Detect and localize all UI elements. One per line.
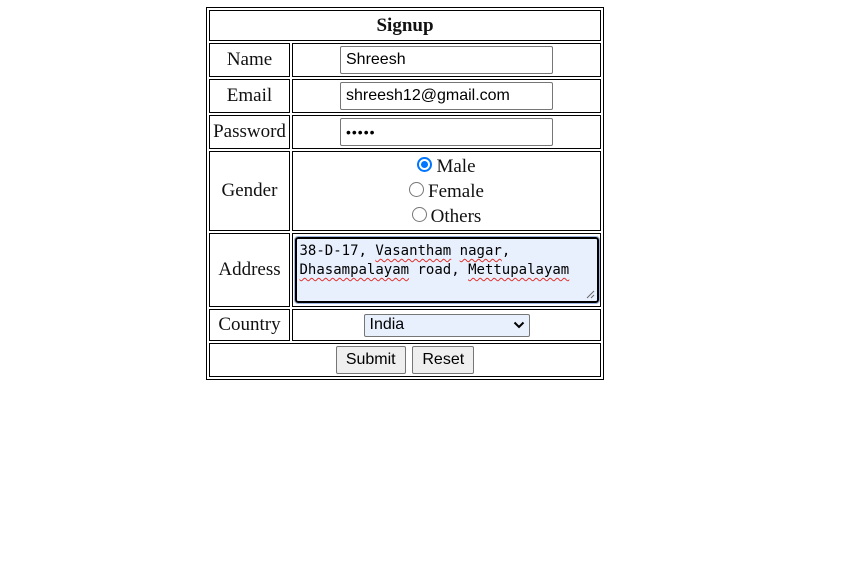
address-row: Address 38-D-17, Vasantham nagar, Dhasam… [209,233,601,307]
name-row: Name [209,43,601,77]
male-label: Male [436,155,476,177]
name-label: Name [209,43,290,77]
form-title: Signup [209,10,601,41]
country-selected-value: India [369,316,405,334]
email-input[interactable] [340,82,553,110]
name-cell [292,43,601,77]
address-label: Address [209,233,290,307]
country-label: Country [209,309,290,341]
password-input[interactable] [340,118,553,146]
female-label: Female [428,180,484,202]
password-cell [292,115,601,149]
address-text-part: road, [409,262,469,278]
password-row: Password [209,115,601,149]
email-cell [292,79,601,113]
name-input[interactable] [340,46,553,74]
email-row: Email [209,79,601,113]
gender-option-others[interactable]: Others [294,204,599,229]
others-radio[interactable] [411,206,427,222]
country-select[interactable]: India [363,313,530,337]
address-cell: 38-D-17, Vasantham nagar, Dhasampalayam … [292,233,601,307]
country-row: Country India [209,309,601,341]
address-text-part: Dhasampalayam [299,262,410,278]
page: Signup Name Email Password Gender [0,0,849,563]
submit-button[interactable]: Submit [335,346,406,374]
email-label: Email [209,79,290,113]
address-text-part: nagar [459,243,502,259]
address-text-part [451,243,459,259]
gender-row: Gender Male Female Others [209,151,601,231]
gender-cell: Male Female Others [292,151,601,231]
signup-form-table: Signup Name Email Password Gender [206,7,604,380]
gender-label: Gender [209,151,290,231]
male-radio[interactable] [417,156,433,172]
address-text-part: Mettupalayam [468,262,570,278]
address-text-part: 38-D-17, [299,243,376,259]
reset-button[interactable]: Reset [412,346,475,374]
title-row: Signup [209,10,601,41]
address-text-part: , [501,243,511,259]
password-label: Password [209,115,290,149]
others-label: Others [430,205,482,227]
country-cell: India [292,309,601,341]
gender-option-female[interactable]: Female [294,179,599,204]
buttons-row: Submit Reset [209,343,601,377]
female-radio[interactable] [409,181,425,197]
address-text-part: Vasantham [375,243,452,259]
buttons-cell: Submit Reset [209,343,601,377]
address-textarea[interactable]: 38-D-17, Vasantham nagar, Dhasampalayam … [293,236,600,304]
resize-handle-icon[interactable] [586,290,595,299]
chevron-down-icon [513,322,524,329]
gender-option-male[interactable]: Male [294,154,599,179]
